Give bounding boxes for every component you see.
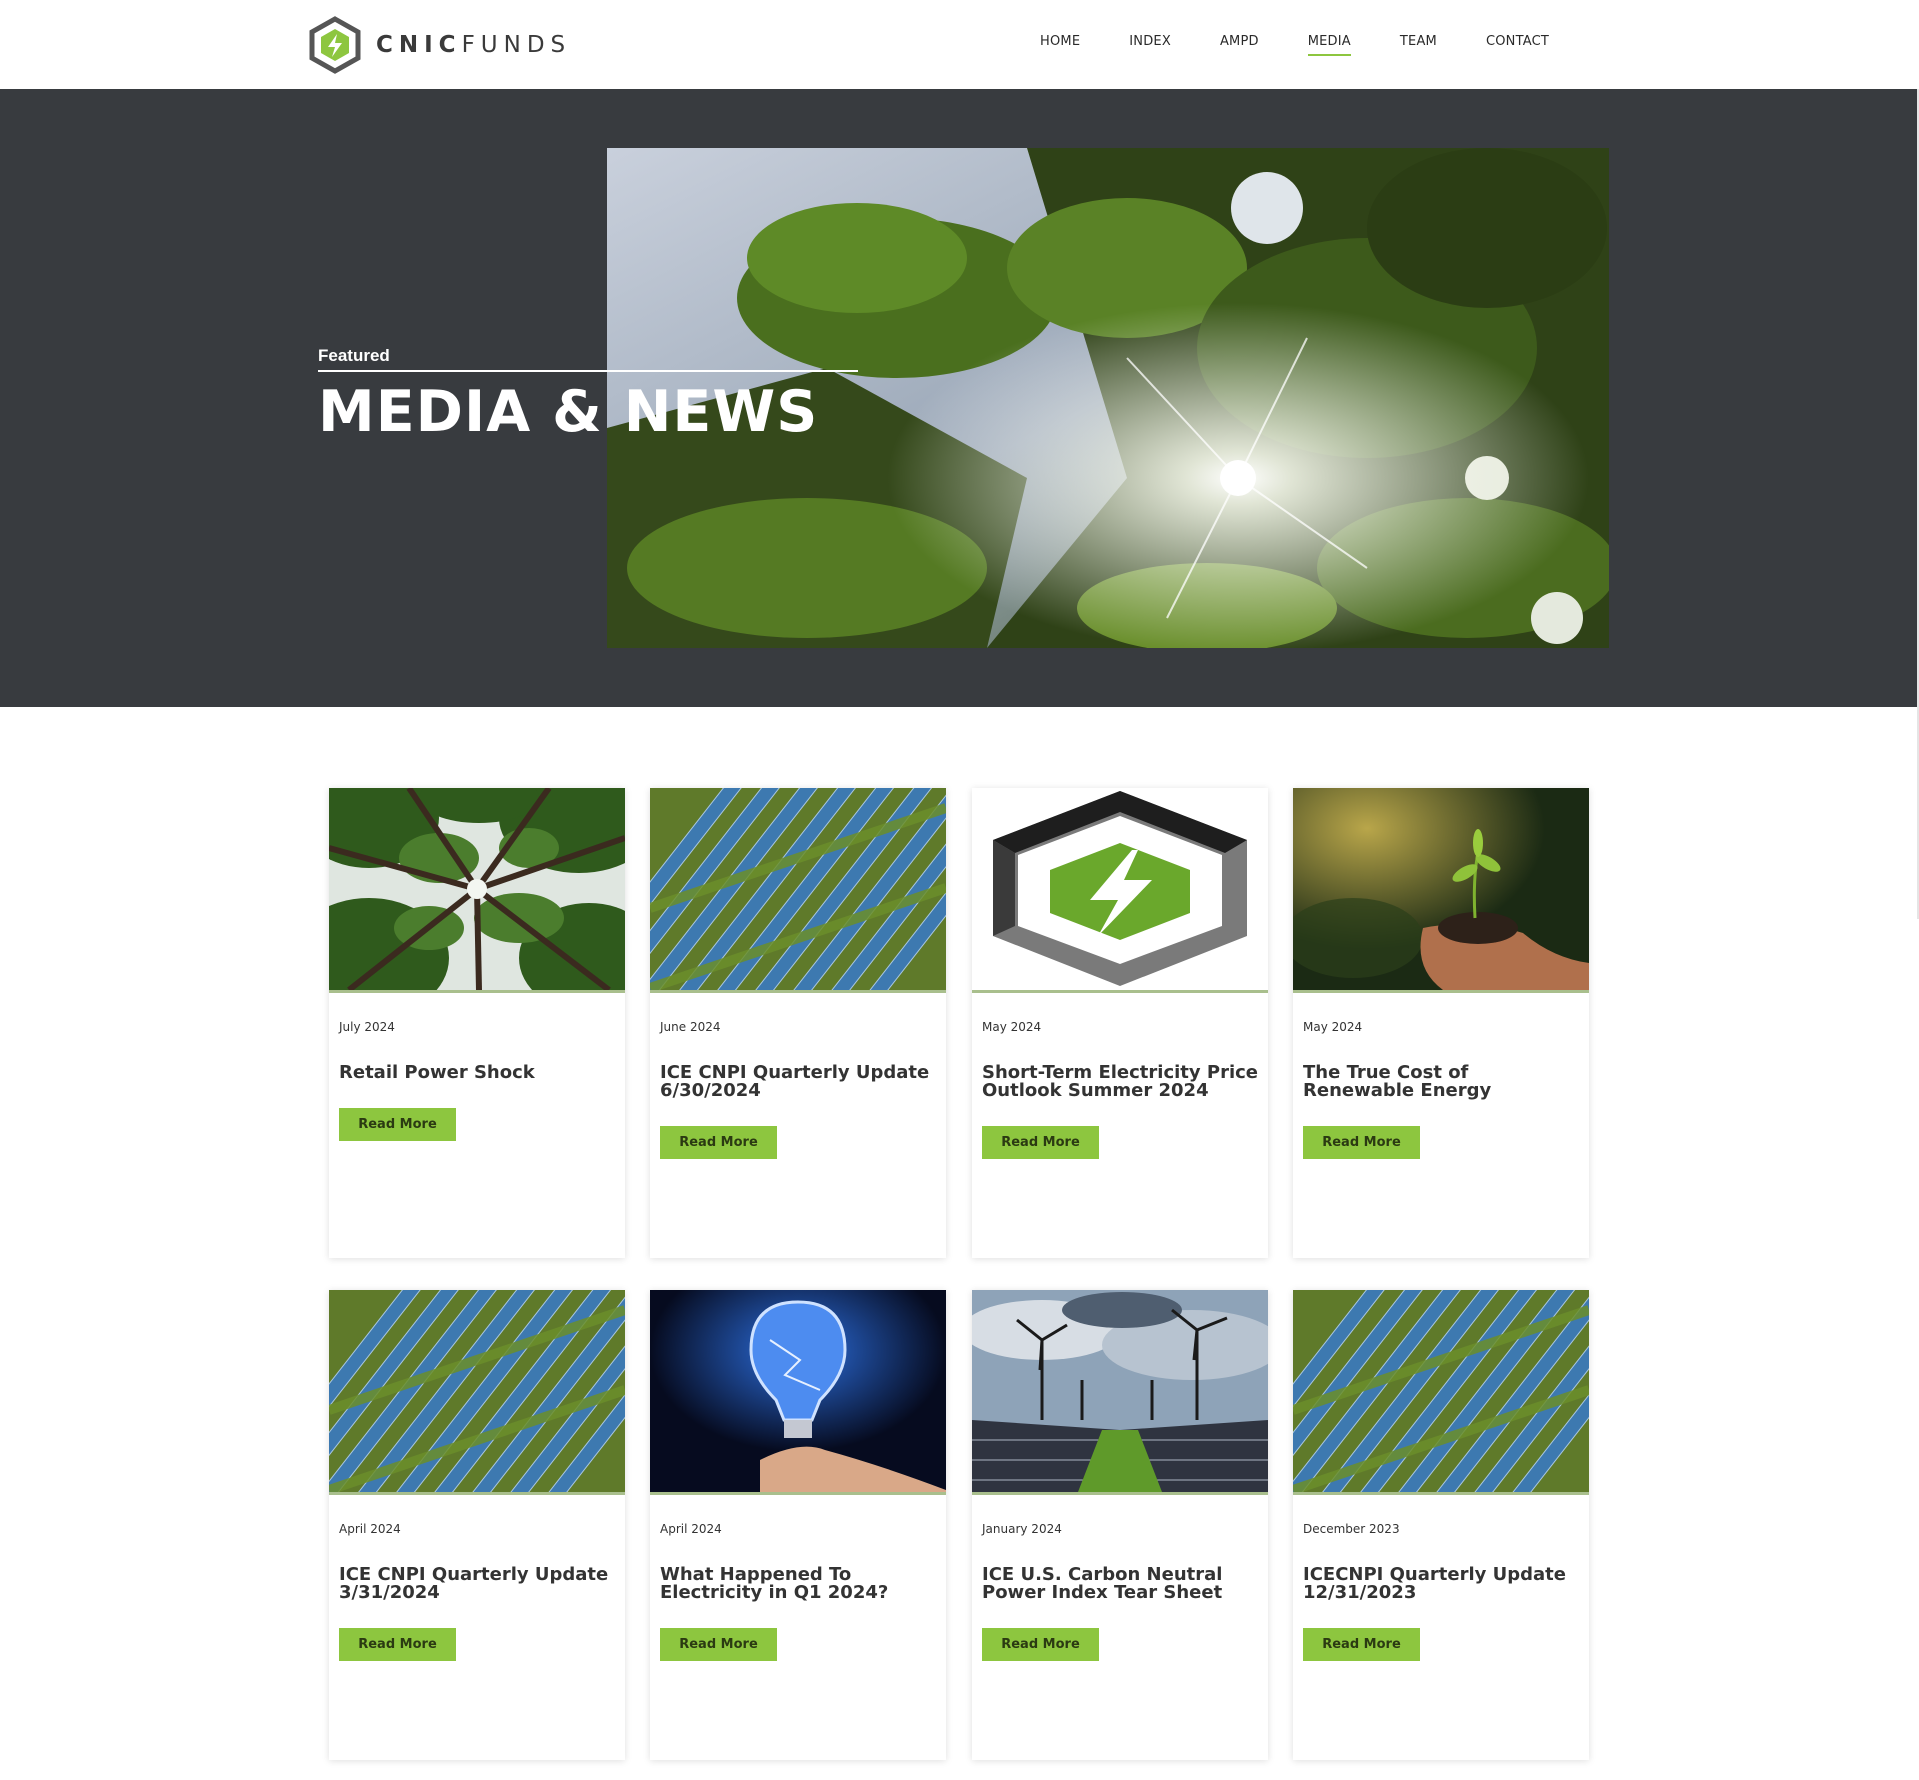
article-card: April 2024 ICE CNPI Quarterly Update 3/3… — [329, 1290, 625, 1760]
card-image-forest[interactable] — [329, 788, 625, 990]
card-image-solar[interactable] — [1293, 1290, 1589, 1492]
main-nav: HOME INDEX AMPD MEDIA TEAM CONTACT — [1040, 34, 1598, 56]
article-card: May 2024 The True Cost of Renewable Ener… — [1293, 788, 1589, 1258]
card-accent-bar — [1293, 990, 1589, 993]
nav-ampd[interactable]: AMPD — [1220, 34, 1259, 56]
read-more-button[interactable]: Read More — [1303, 1628, 1420, 1661]
article-card: April 2024 What Happened To Electricity … — [650, 1290, 946, 1760]
card-accent-bar — [972, 990, 1268, 993]
card-accent-bar — [650, 990, 946, 993]
cnic-hexagon-icon — [972, 788, 1268, 990]
card-image-seedling[interactable] — [1293, 788, 1589, 990]
card-title[interactable]: ICE CNPI Quarterly Update 3/31/2024 — [339, 1566, 619, 1602]
card-image-bulb[interactable] — [650, 1290, 946, 1492]
nav-index[interactable]: INDEX — [1129, 34, 1171, 56]
nav-contact[interactable]: CONTACT — [1486, 34, 1549, 56]
card-date: April 2024 — [660, 1522, 722, 1536]
card-title[interactable]: Retail Power Shock — [339, 1064, 619, 1082]
card-date: May 2024 — [1303, 1020, 1363, 1034]
article-card: December 2023 ICECNPI Quarterly Update 1… — [1293, 1290, 1589, 1760]
logo-wordmark: CNICFUNDS — [376, 31, 572, 58]
card-accent-bar — [650, 1492, 946, 1495]
card-image-solar[interactable] — [329, 1290, 625, 1492]
hero-section: Featured MEDIA & NEWS — [0, 89, 1919, 707]
nav-team[interactable]: TEAM — [1400, 34, 1437, 56]
card-accent-bar — [972, 1492, 1268, 1495]
read-more-button[interactable]: Read More — [660, 1126, 777, 1159]
card-title[interactable]: ICE CNPI Quarterly Update 6/30/2024 — [660, 1064, 940, 1100]
card-date: May 2024 — [982, 1020, 1042, 1034]
read-more-button[interactable]: Read More — [982, 1628, 1099, 1661]
card-title[interactable]: ICECNPI Quarterly Update 12/31/2023 — [1303, 1566, 1583, 1602]
card-title[interactable]: Short-Term Electricity Price Outlook Sum… — [982, 1064, 1262, 1100]
logo[interactable]: CNICFUNDS — [309, 15, 571, 75]
logo-hexagon-icon — [309, 16, 361, 74]
read-more-button[interactable]: Read More — [339, 1108, 456, 1141]
page-title: MEDIA & NEWS — [318, 379, 819, 445]
card-date: April 2024 — [339, 1522, 401, 1536]
card-accent-bar — [329, 990, 625, 993]
card-date: June 2024 — [660, 1020, 721, 1034]
article-card: July 2024 Retail Power Shock Read More — [329, 788, 625, 1258]
hero-divider — [318, 370, 858, 372]
read-more-button[interactable]: Read More — [1303, 1126, 1420, 1159]
card-image-wind-solar[interactable] — [972, 1290, 1268, 1492]
site-header: CNICFUNDS HOME INDEX AMPD MEDIA TEAM CON… — [0, 0, 1919, 89]
card-title[interactable]: What Happened To Electricity in Q1 2024? — [660, 1566, 940, 1602]
read-more-button[interactable]: Read More — [339, 1628, 456, 1661]
article-card: May 2024 Short-Term Electricity Price Ou… — [972, 788, 1268, 1258]
nav-media[interactable]: MEDIA — [1307, 34, 1352, 56]
card-accent-bar — [1293, 1492, 1589, 1495]
card-image-solar[interactable] — [650, 788, 946, 990]
read-more-button[interactable]: Read More — [982, 1126, 1099, 1159]
card-title[interactable]: ICE U.S. Carbon Neutral Power Index Tear… — [982, 1566, 1262, 1602]
card-date: July 2024 — [339, 1020, 395, 1034]
card-accent-bar — [329, 1492, 625, 1495]
card-title[interactable]: The True Cost of Renewable Energy — [1303, 1064, 1583, 1100]
article-card: January 2024 ICE U.S. Carbon Neutral Pow… — [972, 1290, 1268, 1760]
card-date: January 2024 — [982, 1522, 1062, 1536]
read-more-button[interactable]: Read More — [660, 1628, 777, 1661]
card-image-logo[interactable] — [972, 788, 1268, 990]
article-card: June 2024 ICE CNPI Quarterly Update 6/30… — [650, 788, 946, 1258]
nav-home[interactable]: HOME — [1040, 34, 1080, 56]
hero-eyebrow: Featured — [318, 346, 390, 365]
card-date: December 2023 — [1303, 1522, 1400, 1536]
